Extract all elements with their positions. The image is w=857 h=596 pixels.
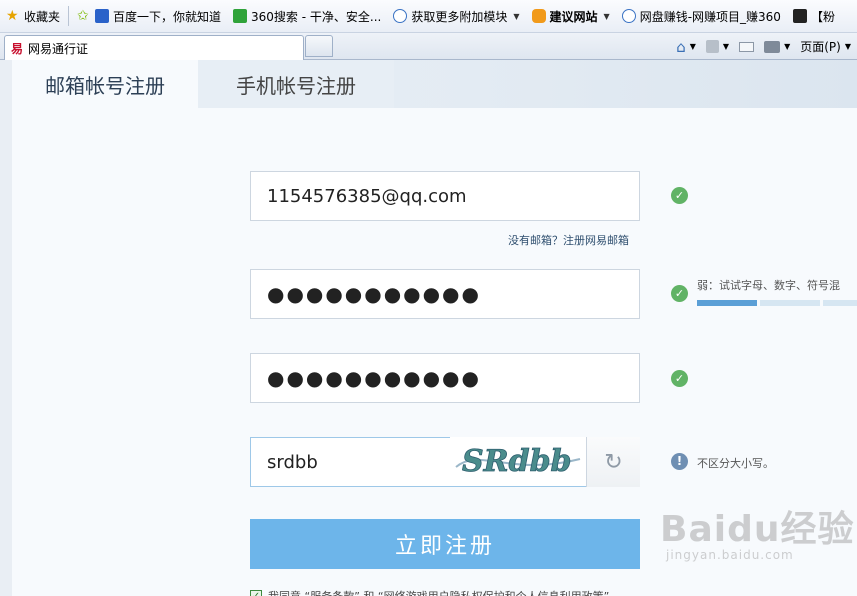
browser-tab[interactable]: 易 网易通行证 <box>4 35 304 60</box>
check-icon: ✓ <box>671 370 688 387</box>
divider <box>68 6 70 26</box>
svg-text:SRdbb: SRdbb <box>462 444 572 479</box>
browser-tab-row: 易 网易通行证 ⌂ ▼ ▼ ▼ 页面(P) ▼ <box>0 33 857 60</box>
captcha-hint: 不区分大小写。 <box>697 457 774 470</box>
favorites-label: 收藏夹 <box>24 9 61 24</box>
check-icon: ✓ <box>671 187 688 204</box>
printer-icon <box>764 40 781 53</box>
agree-checkbox[interactable]: ✓ <box>250 590 262 596</box>
password-field[interactable]: ●●●●●●●●●●● <box>250 269 640 319</box>
strength-segment <box>697 300 757 306</box>
captcha-image[interactable]: SRdbb <box>450 437 586 485</box>
watermark-logo: Baidu经验 <box>660 509 855 550</box>
favorite-item-suggested[interactable]: 建议网站 ▼ <box>526 0 616 32</box>
print-button[interactable]: ▼ <box>764 40 791 53</box>
password-strength-hint: 弱：试试字母、数字、符号混 <box>697 279 840 292</box>
360-search-icon <box>233 9 248 23</box>
new-tab-button[interactable] <box>305 35 333 57</box>
favorite-label: 百度一下，你就知道 <box>113 9 222 24</box>
registration-tabs: 邮箱帐号注册 手机帐号注册 <box>12 60 857 108</box>
strength-segment <box>823 300 857 306</box>
mail-button[interactable] <box>739 41 755 52</box>
chevron-down-icon: ▼ <box>844 42 851 51</box>
favorite-item-more[interactable]: 【粉 <box>787 0 841 32</box>
favorite-label: 建议网站 <box>549 9 598 24</box>
strength-segment <box>760 300 820 306</box>
confirm-password-field[interactable]: ●●●●●●●●●●● <box>250 353 640 403</box>
rss-icon <box>705 40 719 53</box>
favorite-label: 网盘赚钱-网赚项目_赚360 <box>639 9 781 24</box>
chevron-down-icon: ▼ <box>722 42 730 51</box>
page-icon <box>792 9 807 23</box>
page-content: 邮箱帐号注册 手机帐号注册 1154576385@qq.com ✓ 没有邮箱？注… <box>0 60 857 596</box>
page-menu-label: 页面(P) <box>800 40 841 54</box>
feeds-button[interactable]: ▼ <box>705 40 730 53</box>
favorites-button[interactable]: ★ 收藏夹 <box>0 0 66 32</box>
favorite-item-wangpan[interactable]: 网盘赚钱-网赚项目_赚360 <box>616 0 787 32</box>
favorites-bar: ★ 收藏夹 ✩ 百度一下，你就知道 360搜索 - 干净、安全... 获取更多附… <box>0 0 857 33</box>
confirm-password-value: ●●●●●●●●●●● <box>267 366 481 390</box>
email-field[interactable]: 1154576385@qq.com <box>250 171 640 221</box>
chevron-down-icon: ▼ <box>689 42 696 51</box>
add-favorite-icon: ✩ <box>77 8 89 24</box>
favorite-item-baidu[interactable]: ✩ 百度一下，你就知道 <box>71 0 227 32</box>
chevron-down-icon: ▼ <box>784 42 791 51</box>
tab-phone-registration[interactable]: 手机帐号注册 <box>198 60 394 108</box>
check-icon: ✓ <box>671 285 688 302</box>
refresh-captcha-button[interactable]: ↻ <box>586 437 640 487</box>
agreement-text[interactable]: 我同意 “服务条款” 和 “网络游戏用户隐私权保护和个人信息利用政策” <box>268 588 609 596</box>
chevron-down-icon: ▼ <box>603 11 610 21</box>
mail-icon <box>739 41 755 52</box>
agreement-row: ✓ 我同意 “服务条款” 和 “网络游戏用户隐私权保护和个人信息利用政策” <box>250 588 609 596</box>
star-icon: ★ <box>6 8 19 24</box>
info-icon: ! <box>671 453 688 470</box>
ie-icon <box>621 9 636 23</box>
netease-icon: 易 <box>11 41 24 56</box>
ie-icon <box>393 9 408 23</box>
baidu-icon <box>95 9 110 23</box>
favorite-label: 360搜索 - 干净、安全... <box>251 9 382 24</box>
register-netease-mail-link[interactable]: 没有邮箱？注册网易邮箱 <box>508 232 629 248</box>
browser-tab-title: 网易通行证 <box>28 41 89 56</box>
refresh-icon: ↻ <box>604 449 623 475</box>
chevron-down-icon: ▼ <box>513 11 520 21</box>
favorite-item-addons[interactable]: 获取更多附加模块 ▼ <box>387 0 525 32</box>
page-menu[interactable]: 页面(P) ▼ <box>800 38 851 55</box>
home-icon: ⌂ <box>676 37 686 56</box>
baidu-jingyan-watermark: Baidu经验 jingyan.baidu.com <box>660 500 854 562</box>
tab-email-registration[interactable]: 邮箱帐号注册 <box>12 60 198 108</box>
password-strength-meter <box>697 300 857 306</box>
favorite-label: 【粉 <box>810 9 835 24</box>
suggested-sites-icon <box>531 9 546 23</box>
email-value: 1154576385@qq.com <box>267 185 467 207</box>
password-value: ●●●●●●●●●●● <box>267 282 481 306</box>
register-button[interactable]: 立即注册 <box>250 519 640 569</box>
favorite-label: 获取更多附加模块 <box>411 9 508 24</box>
favorite-item-360[interactable]: 360搜索 - 干净、安全... <box>227 0 387 32</box>
command-bar: ⌂ ▼ ▼ ▼ 页面(P) ▼ <box>676 33 857 60</box>
home-button[interactable]: ⌂ ▼ <box>676 38 696 56</box>
captcha-value: srdbb <box>267 451 318 473</box>
